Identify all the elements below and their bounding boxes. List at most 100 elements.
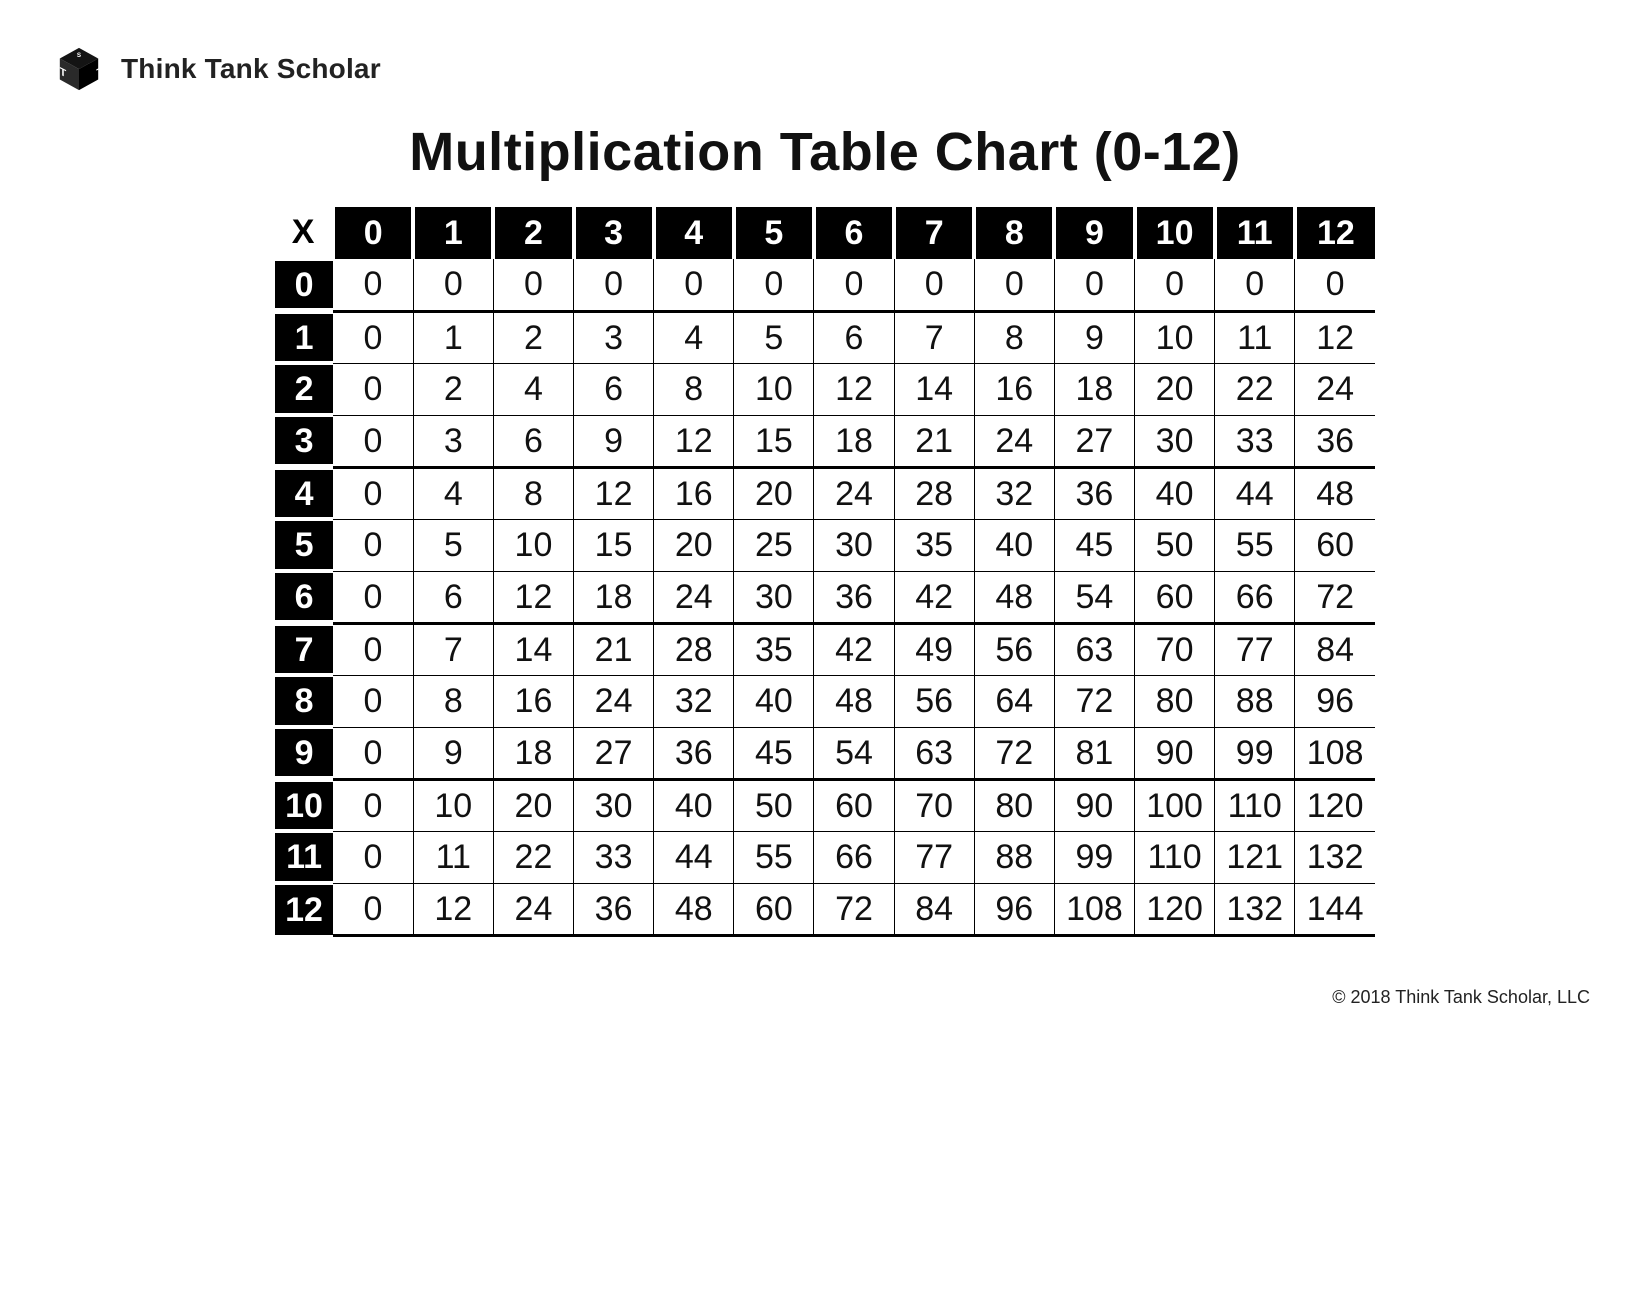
column-header: 3	[574, 207, 654, 259]
column-header: 2	[493, 207, 573, 259]
data-cell: 8	[413, 675, 493, 727]
data-cell: 63	[894, 727, 974, 779]
data-cell: 0	[654, 259, 734, 311]
data-cell: 63	[1054, 623, 1134, 675]
data-cell: 5	[734, 311, 814, 363]
data-cell: 96	[1295, 675, 1375, 727]
data-cell: 30	[1135, 415, 1215, 467]
data-cell: 0	[333, 415, 413, 467]
data-cell: 50	[734, 779, 814, 831]
data-cell: 0	[333, 259, 413, 311]
row-header: 6	[275, 571, 333, 623]
row-header: 12	[275, 883, 333, 935]
data-cell: 48	[974, 571, 1054, 623]
data-cell: 14	[493, 623, 573, 675]
data-cell: 30	[814, 519, 894, 571]
data-cell: 0	[1215, 259, 1295, 311]
data-cell: 44	[1215, 467, 1295, 519]
data-cell: 108	[1054, 883, 1134, 935]
svg-text:S: S	[77, 52, 81, 59]
data-cell: 36	[1054, 467, 1134, 519]
data-cell: 20	[654, 519, 734, 571]
data-cell: 0	[814, 259, 894, 311]
data-cell: 18	[493, 727, 573, 779]
data-cell: 0	[1135, 259, 1215, 311]
data-cell: 81	[1054, 727, 1134, 779]
column-header: 6	[814, 207, 894, 259]
row-header: 11	[275, 831, 333, 883]
table-row: 8081624324048566472808896	[275, 675, 1375, 727]
data-cell: 9	[413, 727, 493, 779]
data-cell: 16	[974, 363, 1054, 415]
data-cell: 8	[493, 467, 573, 519]
data-cell: 44	[654, 831, 734, 883]
data-cell: 0	[333, 727, 413, 779]
data-cell: 60	[814, 779, 894, 831]
data-cell: 33	[574, 831, 654, 883]
data-cell: 35	[894, 519, 974, 571]
multiplication-table: X 0123456789101112 000000000000001012345…	[275, 207, 1375, 937]
data-cell: 0	[1054, 259, 1134, 311]
data-cell: 3	[574, 311, 654, 363]
data-cell: 20	[734, 467, 814, 519]
column-header: 10	[1135, 207, 1215, 259]
table-row: 6061218243036424854606672	[275, 571, 1375, 623]
data-cell: 88	[1215, 675, 1295, 727]
corner-cell: X	[275, 207, 333, 259]
data-cell: 121	[1215, 831, 1295, 883]
data-cell: 16	[493, 675, 573, 727]
data-cell: 54	[814, 727, 894, 779]
data-cell: 28	[894, 467, 974, 519]
data-cell: 18	[574, 571, 654, 623]
row-header: 1	[275, 311, 333, 363]
data-cell: 36	[814, 571, 894, 623]
data-cell: 0	[1295, 259, 1375, 311]
column-header: 8	[974, 207, 1054, 259]
data-cell: 88	[974, 831, 1054, 883]
data-cell: 77	[1215, 623, 1295, 675]
data-cell: 20	[1135, 363, 1215, 415]
table-body: 0000000000000010123456789101112202468101…	[275, 259, 1375, 935]
data-cell: 9	[574, 415, 654, 467]
data-cell: 144	[1295, 883, 1375, 935]
data-cell: 36	[1295, 415, 1375, 467]
table-row: 7071421283542495663707784	[275, 623, 1375, 675]
data-cell: 70	[894, 779, 974, 831]
data-cell: 0	[333, 883, 413, 935]
data-cell: 42	[894, 571, 974, 623]
data-cell: 30	[574, 779, 654, 831]
data-cell: 1	[413, 311, 493, 363]
data-cell: 110	[1135, 831, 1215, 883]
data-cell: 8	[654, 363, 734, 415]
data-cell: 80	[1135, 675, 1215, 727]
data-cell: 48	[654, 883, 734, 935]
table-row: 404812162024283236404448	[275, 467, 1375, 519]
data-cell: 15	[574, 519, 654, 571]
row-header: 7	[275, 623, 333, 675]
data-cell: 0	[333, 311, 413, 363]
data-cell: 84	[894, 883, 974, 935]
data-cell: 0	[974, 259, 1054, 311]
data-cell: 0	[333, 519, 413, 571]
data-cell: 132	[1215, 883, 1295, 935]
table-head: X 0123456789101112	[275, 207, 1375, 259]
data-cell: 4	[654, 311, 734, 363]
data-cell: 90	[1135, 727, 1215, 779]
column-header: 1	[413, 207, 493, 259]
data-cell: 8	[974, 311, 1054, 363]
data-cell: 66	[1215, 571, 1295, 623]
data-cell: 0	[574, 259, 654, 311]
data-cell: 21	[894, 415, 974, 467]
table-row: 30369121518212427303336	[275, 415, 1375, 467]
data-cell: 33	[1215, 415, 1295, 467]
data-cell: 18	[1054, 363, 1134, 415]
data-cell: 6	[413, 571, 493, 623]
data-cell: 24	[654, 571, 734, 623]
data-cell: 99	[1215, 727, 1295, 779]
data-cell: 60	[1135, 571, 1215, 623]
data-cell: 120	[1295, 779, 1375, 831]
data-cell: 6	[493, 415, 573, 467]
data-cell: 55	[734, 831, 814, 883]
data-cell: 12	[814, 363, 894, 415]
data-cell: 45	[1054, 519, 1134, 571]
